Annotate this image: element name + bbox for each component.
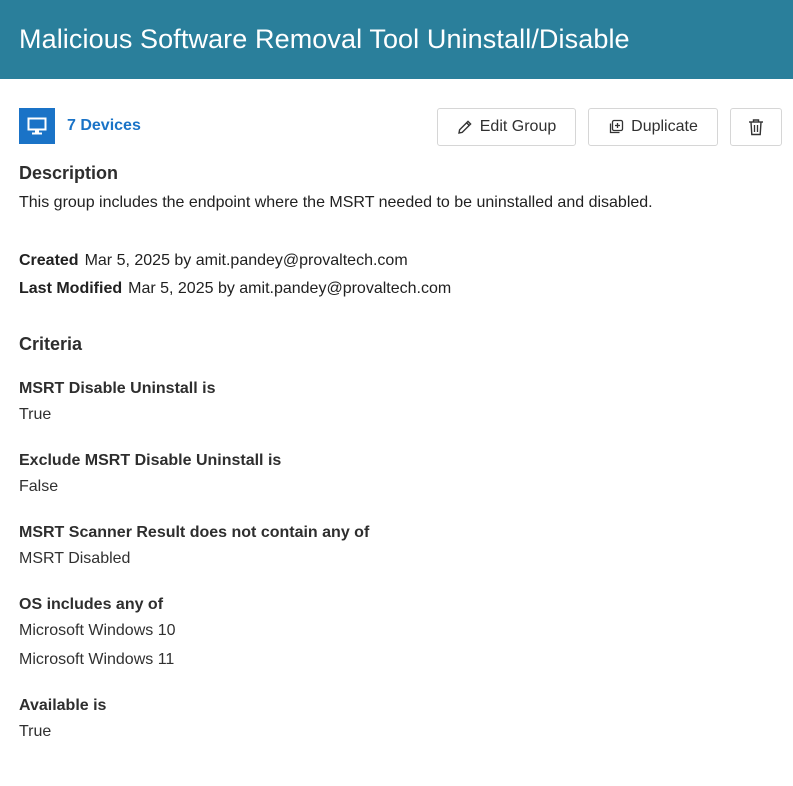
trash-icon — [749, 119, 763, 136]
criteria-label: MSRT Disable Uninstall is — [19, 380, 216, 397]
criteria-value: False — [19, 478, 59, 495]
edit-group-label: Edit Group — [479, 118, 557, 135]
description-text: This group includes the endpoint where t… — [19, 194, 653, 211]
page-header: Malicious Software Removal Tool Uninstal… — [0, 0, 793, 79]
last-modified-label: Last Modified — [19, 280, 123, 297]
criteria-label: Available is — [19, 697, 107, 714]
created-row: Created Mar 5, 2025 by amit.pandey@proval… — [19, 252, 408, 270]
description-heading: Description — [19, 163, 119, 183]
created-value: Mar 5, 2025 by amit.pandey@provaltech.co… — [84, 252, 408, 269]
last-modified-row: Last Modified Mar 5, 2025 by amit.pandey@… — [19, 280, 451, 298]
toolbar: 7 Devices Edit Group Duplicate — [0, 79, 793, 173]
criteria-value: MSRT Disabled — [19, 550, 131, 567]
criteria-value: Microsoft Windows 10 — [19, 622, 176, 639]
criteria-heading: Criteria — [19, 334, 83, 354]
edit-group-button[interactable]: Edit Group — [437, 108, 576, 146]
monitor-icon — [19, 108, 55, 144]
criteria-label: OS includes any of — [19, 596, 164, 613]
last-modified-value: Mar 5, 2025 by amit.pandey@provaltech.co… — [128, 280, 452, 297]
criteria-label: MSRT Scanner Result does not contain any… — [19, 524, 370, 541]
devices-link[interactable]: 7 Devices — [67, 117, 141, 135]
duplicate-icon — [609, 119, 624, 134]
created-label: Created — [19, 252, 79, 269]
criteria-value: True — [19, 406, 52, 423]
criteria-value: Microsoft Windows 11 — [19, 651, 175, 668]
delete-button[interactable] — [730, 108, 782, 146]
criteria-label: Exclude MSRT Disable Uninstall is — [19, 452, 282, 469]
duplicate-label: Duplicate — [631, 118, 698, 135]
criteria-value: True — [19, 723, 52, 740]
pencil-icon — [457, 120, 472, 134]
page-title: Malicious Software Removal Tool Uninstal… — [19, 24, 630, 54]
duplicate-button[interactable]: Duplicate — [588, 108, 718, 146]
